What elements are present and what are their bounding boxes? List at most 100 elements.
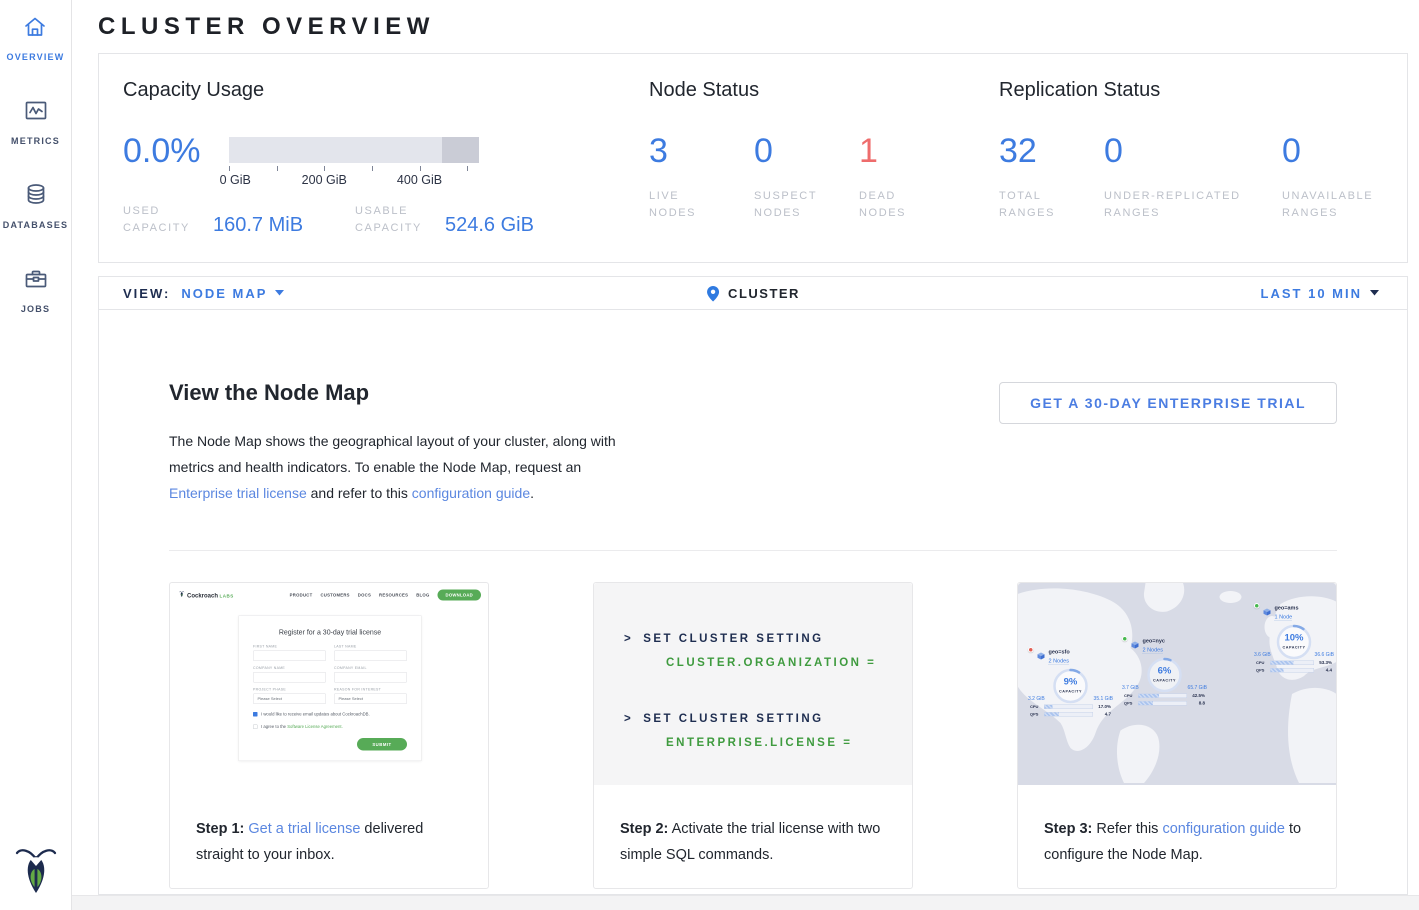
mini-field-label: COMPANY EMAIL <box>334 667 407 671</box>
mini-nav-item: RESOURCES <box>379 593 408 598</box>
mini-field-input <box>334 672 407 683</box>
checkbox-checked-icon <box>253 712 258 717</box>
cluster-stats-panel: Capacity Usage 0.0% <box>98 53 1408 263</box>
mini-trial-form: Register for a 30-day trial license FIRS… <box>239 616 422 762</box>
mini-license-link: Software License Agreement. <box>287 724 343 729</box>
sql-argument: ENTERPRISE.LICENSE = <box>624 731 912 755</box>
node-cube-icon <box>1263 608 1272 617</box>
total-ranges-label: TOTAL RANGES <box>999 188 1069 222</box>
caption-text: Refer this <box>1092 821 1162 837</box>
mini-checkbox-label: I would like to receive email updates ab… <box>261 712 370 717</box>
mini-form-title: Register for a 30-day trial license <box>253 628 407 636</box>
qps-value: 4.4 <box>1317 668 1332 673</box>
usable-capacity-label: USABLE CAPACITY <box>355 203 445 237</box>
node-used-capacity: 3.6 GiB <box>1254 652 1271 658</box>
briefcase-icon <box>23 266 49 297</box>
unavailable-ranges-label: UNAVAILABLE RANGES <box>1282 188 1392 222</box>
get-trial-license-link[interactable]: Get a trial license <box>248 821 360 837</box>
sidebar-item-databases[interactable]: DATABASES <box>3 182 68 230</box>
time-range-dropdown[interactable]: LAST 10 MIN <box>1261 286 1379 301</box>
enterprise-trial-license-link[interactable]: Enterprise trial license <box>169 485 307 501</box>
under-replicated-ranges-label: UNDER-REPLICATED RANGES <box>1104 188 1264 222</box>
cockroachdb-logo <box>0 844 71 896</box>
node-total-capacity: 65.7 GiB <box>1188 685 1207 691</box>
step3-node-map-preview: geo=sfo 2 Nodes 9% <box>1018 583 1336 785</box>
chevron-down-icon <box>1370 290 1379 296</box>
mini-field-label: LAST NAME <box>334 645 407 649</box>
sidebar-item-label: JOBS <box>21 304 50 314</box>
qps-value: 8.8 <box>1190 701 1205 706</box>
mini-nav-item: BLOG <box>416 593 429 598</box>
dead-nodes-value: 1 <box>859 132 964 170</box>
under-replicated-ranges-value: 0 <box>1104 132 1282 170</box>
qps-label: QPS <box>1030 712 1041 717</box>
node-locality: geo=sfo <box>1049 649 1070 655</box>
cockroach-labs-mini-logo: Cockroach LABS <box>179 591 234 599</box>
node-capacity-percent: 6% <box>1146 666 1184 677</box>
sidebar-item-jobs[interactable]: JOBS <box>21 266 50 314</box>
step3-caption: Step 3: Refer this configuration guide t… <box>1018 785 1336 868</box>
configuration-guide-link[interactable]: configuration guide <box>412 485 530 501</box>
total-ranges-value: 32 <box>999 132 1104 170</box>
cpu-label: CPU <box>1030 704 1041 709</box>
step1-card: Cockroach LABS PRODUCT CUSTOMERS DOCS RE… <box>169 582 489 889</box>
node-cube-icon <box>1037 652 1046 661</box>
cpu-value: 42.5% <box>1190 693 1205 698</box>
node-count: 1 Node <box>1275 614 1293 622</box>
view-label: VIEW: <box>123 286 170 301</box>
step-number: Step 1: <box>196 821 244 837</box>
mini-field-select: Please Select <box>253 694 326 705</box>
configuration-guide-link[interactable]: configuration guide <box>1162 821 1285 837</box>
step3-card: geo=sfo 2 Nodes 9% <box>1017 582 1337 889</box>
section-divider <box>169 550 1337 551</box>
view-bar: VIEW: NODE MAP CLUSTER LAST 10 MIN <box>98 276 1408 310</box>
promo-text-2: and refer to this <box>307 485 412 501</box>
dead-nodes-label: DEAD NODES <box>859 188 929 222</box>
main-content: CLUSTER OVERVIEW Capacity Usage 0.0% <box>72 0 1419 910</box>
capacity-ring: 6% CAPACITY <box>1146 656 1184 694</box>
enterprise-trial-button[interactable]: GET A 30-DAY ENTERPRISE TRIAL <box>999 382 1337 424</box>
node-live-status-dot <box>1122 636 1128 642</box>
capacity-ring: 9% CAPACITY <box>1052 667 1090 705</box>
mini-logo-suffix: LABS <box>220 594 234 599</box>
mini-field-input <box>334 651 407 662</box>
suspect-nodes-label: SUSPECT NODES <box>754 188 834 222</box>
mini-submit-button: SUBMIT <box>357 738 407 751</box>
node-live-status-dot <box>1254 603 1260 609</box>
view-selected-value: NODE MAP <box>181 286 267 301</box>
step1-caption: Step 1: Get a trial license delivered st… <box>170 785 488 868</box>
mini-field-label: REASON FOR INTEREST <box>334 688 407 692</box>
node-capacity-percent: 10% <box>1275 633 1313 644</box>
home-icon <box>22 14 48 45</box>
mini-field-input <box>253 651 326 662</box>
node-used-capacity: 3.2 GiB <box>1028 696 1045 702</box>
chevron-down-icon <box>275 290 284 296</box>
map-node-ams: geo=ams 1 Node 10% <box>1254 603 1334 673</box>
view-selector-dropdown[interactable]: VIEW: NODE MAP <box>123 286 284 301</box>
step2-caption: Step 2: Activate the trial license with … <box>594 785 912 868</box>
cluster-breadcrumb: CLUSTER <box>706 285 800 302</box>
node-map-promo-panel: View the Node Map The Node Map shows the… <box>98 310 1408 895</box>
page-title: CLUSTER OVERVIEW <box>98 13 1419 41</box>
sidebar: OVERVIEW METRICS DATABASES <box>0 0 72 910</box>
suspect-nodes-stat: 0 SUSPECT NODES <box>754 132 859 222</box>
map-node-nyc: geo=nyc 2 Nodes 6% <box>1122 636 1207 706</box>
mini-checkbox-label: I agree to the <box>261 724 287 729</box>
promo-text-1: The Node Map shows the geographical layo… <box>169 433 616 475</box>
node-capacity-percent: 9% <box>1052 677 1090 688</box>
qps-label: QPS <box>1256 668 1267 673</box>
mini-nav-item: PRODUCT <box>290 593 313 598</box>
step2-sql-snippet: >SET CLUSTER SETTING CLUSTER.ORGANIZATIO… <box>594 583 912 785</box>
page-bottom-strip <box>72 895 1419 910</box>
sidebar-item-metrics[interactable]: METRICS <box>11 98 60 146</box>
node-dead-status-dot <box>1028 647 1034 653</box>
node-capacity-label: CAPACITY <box>1275 645 1313 650</box>
suspect-nodes-value: 0 <box>754 132 859 170</box>
under-replicated-ranges-stat: 0 UNDER-REPLICATED RANGES <box>1104 132 1282 222</box>
capacity-tick-label: 0 GiB <box>220 173 251 187</box>
metrics-icon <box>23 98 49 129</box>
capacity-bar-reserved-segment <box>442 137 480 163</box>
sidebar-item-overview[interactable]: OVERVIEW <box>7 14 65 62</box>
map-node-sfo: geo=sfo 2 Nodes 9% <box>1028 647 1113 717</box>
cpu-value: 17.0% <box>1096 704 1111 709</box>
